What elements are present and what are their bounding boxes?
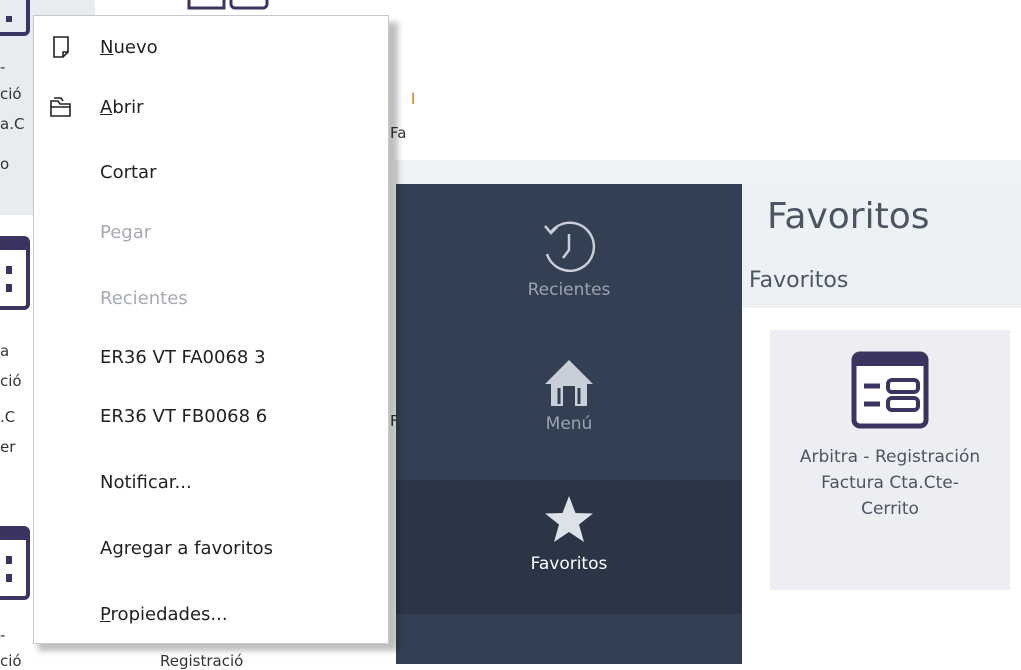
menu-item-label: ER36 VT FB0068 6 xyxy=(100,405,268,427)
menu-item-label-rest: ropiedades... xyxy=(110,603,228,625)
background-text: a.C xyxy=(0,115,25,133)
menu-item-recent-file[interactable]: ER36 VT FA0068 3 xyxy=(34,327,388,387)
background-text: l xyxy=(411,90,416,108)
star-icon xyxy=(545,496,593,542)
background-text: a xyxy=(0,342,10,360)
accelerator-letter: P xyxy=(100,603,111,625)
background-text: - xyxy=(0,626,6,644)
favorite-card[interactable]: Arbitra - Registración Factura Cta.Cte- … xyxy=(770,330,1010,590)
menu-item-propiedades[interactable]: Propiedades... xyxy=(34,584,388,644)
menu-item-label: Pegar xyxy=(100,221,152,243)
menu-item-recent-file[interactable]: ER36 VT FB0068 6 xyxy=(34,386,388,446)
section-title: Favoritos xyxy=(749,268,849,293)
menu-item-label: Nuevo xyxy=(100,37,158,58)
sidebar-item-label: Favoritos xyxy=(530,554,608,574)
new-document-icon xyxy=(53,36,69,58)
background-text: .C xyxy=(0,408,16,426)
sidebar-item-menu[interactable]: Menú xyxy=(396,356,742,466)
background-text: ció xyxy=(0,372,22,390)
accelerator-letter: N xyxy=(100,36,114,58)
form-document-icon xyxy=(851,351,929,429)
menu-item-label-rest: brir xyxy=(112,96,144,118)
background-text: er xyxy=(0,438,16,456)
menu-item-label: Recientes xyxy=(100,287,188,309)
background-text: ció xyxy=(0,85,22,103)
background-text: Registració xyxy=(160,652,244,670)
menu-item-recientes[interactable]: Recientes xyxy=(34,268,388,328)
sidebar: Recientes Menú Favoritos xyxy=(396,184,742,664)
menu-item-pegar[interactable]: Pegar xyxy=(34,202,388,262)
sidebar-item-recientes[interactable]: Recientes xyxy=(396,218,742,342)
menu-item-abrir[interactable]: Abrir xyxy=(34,77,388,137)
page-title: Favoritos xyxy=(767,196,930,237)
menu-item-label: Abrir xyxy=(100,97,144,118)
open-folder-icon xyxy=(50,97,71,117)
app-icon-partial xyxy=(0,526,30,600)
menu-item-agregar-favoritos[interactable]: Agregar a favoritos xyxy=(34,518,388,578)
accelerator-letter: A xyxy=(100,96,113,118)
menu-item-label: ER36 VT FA0068 3 xyxy=(100,346,266,368)
menu-item-label: Notificar... xyxy=(100,471,192,493)
menu-item-label-rest: uevo xyxy=(113,36,158,58)
menu-item-label: Cortar xyxy=(100,161,157,183)
context-menu: Nuevo Abrir Cortar Pegar Recientes ER36 … xyxy=(33,15,389,644)
sidebar-item-label: Menú xyxy=(545,414,593,434)
menu-item-label: Agregar a favoritos xyxy=(100,537,274,559)
menu-item-cortar[interactable]: Cortar xyxy=(34,142,388,202)
app-icon-partial xyxy=(0,236,30,310)
history-clock-icon xyxy=(544,221,596,273)
menu-item-nuevo[interactable]: Nuevo xyxy=(34,17,388,77)
favorites-panel: Favoritos Favoritos Arbitra - Registraci… xyxy=(742,184,1021,664)
app-icon-partial xyxy=(0,0,30,36)
app-icon-partial xyxy=(187,0,269,10)
background-text: o xyxy=(0,155,10,173)
home-icon xyxy=(545,360,593,406)
background-text: - xyxy=(0,58,6,76)
sidebar-item-label: Recientes xyxy=(527,280,611,300)
menu-item-notificar[interactable]: Notificar... xyxy=(34,452,388,512)
sidebar-item-favoritos[interactable]: Favoritos xyxy=(396,480,742,614)
top-bar xyxy=(395,160,1021,184)
background-text: ció xyxy=(0,652,22,670)
favorite-card-label: Arbitra - Registración Factura Cta.Cte- … xyxy=(799,447,981,519)
menu-item-label: Propiedades... xyxy=(100,604,228,625)
